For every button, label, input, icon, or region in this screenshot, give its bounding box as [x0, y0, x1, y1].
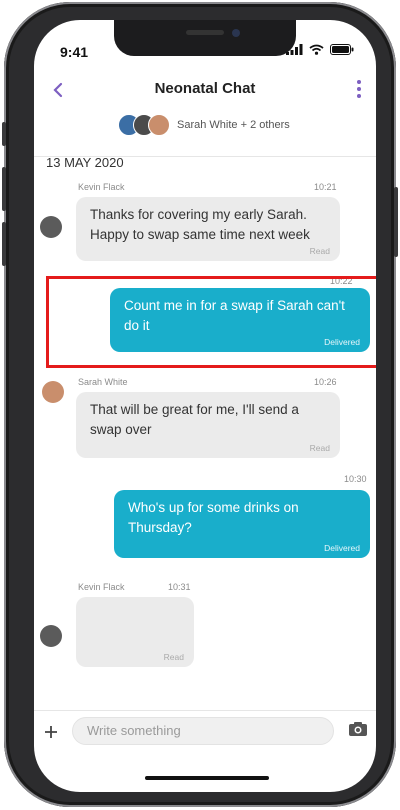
message-sender: Sarah White — [78, 377, 128, 387]
mute-switch — [2, 122, 6, 146]
message-text: Happy to swap same time next week — [90, 227, 310, 242]
message-time: 10:26 — [314, 377, 337, 387]
message-bubble[interactable]: That will be great for me, I'll send a s… — [76, 392, 340, 458]
message-bubble[interactable]: Who's up for some drinks on Thursday? De… — [114, 490, 370, 558]
chat-title: Neonatal Chat — [154, 80, 256, 97]
message-status: Read — [309, 246, 330, 256]
message-text: Thanks for covering my early Sarah. — [90, 207, 307, 222]
status-icons — [286, 44, 354, 55]
avatar — [40, 625, 62, 647]
battery-icon — [330, 44, 354, 55]
highlight-box — [46, 276, 376, 368]
volume-up-button — [2, 167, 6, 211]
home-indicator — [145, 776, 269, 780]
message-status: Delivered — [324, 543, 360, 553]
camera-icon — [349, 722, 367, 736]
power-button — [394, 187, 398, 257]
members-summary[interactable]: Sarah White + 2 others — [118, 114, 290, 136]
message-text: Thursday? — [128, 520, 192, 535]
camera-button[interactable] — [348, 721, 368, 742]
composer: Write something — [34, 710, 376, 757]
plus-icon — [45, 726, 57, 738]
wifi-icon — [309, 44, 324, 55]
message-text: Who's up for some drinks on — [128, 500, 299, 515]
message-text: swap over — [90, 422, 152, 437]
message-time: 10:31 — [168, 582, 191, 592]
message-status: Read — [163, 652, 184, 662]
members-label: Sarah White + 2 others — [177, 119, 290, 131]
message-bubble[interactable]: Read — [76, 597, 194, 667]
message-bubble[interactable]: Thanks for covering my early Sarah. Happ… — [76, 197, 340, 261]
avatar — [40, 216, 62, 238]
front-camera — [232, 29, 240, 37]
status-time: 9:41 — [60, 44, 89, 60]
notch — [114, 20, 296, 56]
more-options-button[interactable] — [356, 80, 362, 98]
date-divider: 13 MAY 2020 — [46, 155, 124, 170]
message-text: That will be great for me, I'll send a — [90, 402, 299, 417]
avatar — [42, 381, 64, 403]
message-time: 10:21 — [314, 182, 337, 192]
phone-frame: 9:41 Neonatal Chat Sarah White + 2 other… — [2, 2, 398, 807]
message-input[interactable]: Write something — [72, 717, 334, 745]
message-sender: Kevin Flack — [78, 182, 125, 192]
signal-icon — [286, 44, 303, 55]
screen: 9:41 Neonatal Chat Sarah White + 2 other… — [34, 20, 376, 792]
volume-down-button — [2, 222, 6, 266]
message-sender: Kevin Flack — [78, 582, 125, 592]
message-time: 10:30 — [344, 474, 367, 484]
attach-button[interactable] — [44, 719, 58, 745]
member-avatar — [148, 114, 170, 136]
message-status: Read — [309, 443, 330, 453]
speaker-grille — [186, 30, 224, 35]
chat-header: Neonatal Chat Sarah White + 2 others — [34, 70, 376, 157]
